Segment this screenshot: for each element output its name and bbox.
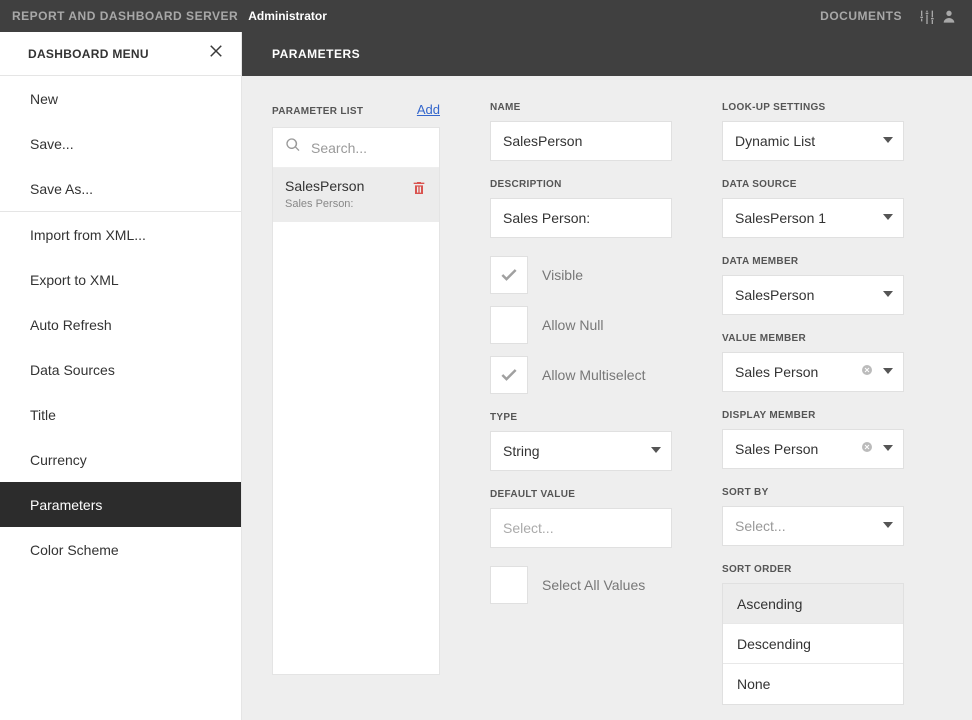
documents-link[interactable]: DOCUMENTS [820, 9, 902, 23]
type-label: TYPE [490, 412, 672, 423]
caret-down-icon [883, 517, 893, 535]
sidebar-item-exportxml[interactable]: Export to XML [0, 257, 241, 302]
name-field[interactable] [490, 121, 672, 161]
datamember-label: DATA MEMBER [722, 256, 904, 267]
sidebar-item-save[interactable]: Save... [0, 121, 241, 166]
caret-down-icon [883, 132, 893, 150]
datamember-select[interactable]: SalesPerson [722, 275, 904, 315]
parameter-item-name: SalesPerson [285, 178, 364, 194]
parameter-list-panel: SalesPerson Sales Person: [272, 127, 440, 675]
sortby-label: SORT BY [722, 487, 904, 498]
default-value-field[interactable] [490, 508, 672, 548]
select-all-checkbox[interactable] [490, 566, 528, 604]
datasource-label: DATA SOURCE [722, 179, 904, 190]
lookup-settings-label: LOOK-UP SETTINGS [722, 102, 904, 113]
close-icon[interactable] [207, 42, 225, 65]
user-icon[interactable] [938, 5, 960, 27]
allow-multiselect-label: Allow Multiselect [542, 367, 645, 383]
description-field[interactable] [490, 198, 672, 238]
parameter-list-empty [273, 222, 439, 674]
sortorder-ascending[interactable]: Ascending [723, 584, 903, 624]
default-value-label: DEFAULT VALUE [490, 489, 672, 500]
parameter-list-label: PARAMETER LIST [272, 106, 363, 117]
sidebar-item-datasources[interactable]: Data Sources [0, 347, 241, 392]
displaymember-select[interactable]: Sales Person [722, 429, 904, 469]
datamember-value: SalesPerson [735, 287, 814, 303]
sidebar: DASHBOARD MENU New Save... Save As... Im… [0, 32, 242, 720]
add-parameter-link[interactable]: Add [417, 102, 440, 117]
datasource-value: SalesPerson 1 [735, 210, 826, 226]
visible-checkbox[interactable] [490, 256, 528, 294]
allow-null-label: Allow Null [542, 317, 603, 333]
mixer-icon[interactable] [916, 5, 938, 27]
displaymember-label: DISPLAY MEMBER [722, 410, 904, 421]
sortorder-descending[interactable]: Descending [723, 624, 903, 664]
user-role: Administrator [248, 9, 327, 23]
sortorder-none[interactable]: None [723, 664, 903, 704]
sidebar-item-new[interactable]: New [0, 76, 241, 121]
caret-down-icon [883, 363, 893, 381]
caret-down-icon [883, 440, 893, 458]
sidebar-item-colorscheme[interactable]: Color Scheme [0, 527, 241, 572]
sortby-select[interactable]: Select... [722, 506, 904, 546]
valuemember-value: Sales Person [735, 364, 818, 380]
caret-down-icon [883, 286, 893, 304]
datasource-select[interactable]: SalesPerson 1 [722, 198, 904, 238]
parameter-search[interactable] [273, 128, 439, 168]
clear-icon[interactable] [861, 363, 873, 381]
description-label: DESCRIPTION [490, 179, 672, 190]
sidebar-item-autorefresh[interactable]: Auto Refresh [0, 302, 241, 347]
search-icon [285, 137, 301, 158]
sidebar-title: DASHBOARD MENU [28, 47, 149, 61]
sidebar-item-parameters[interactable]: Parameters [0, 482, 241, 527]
content-header: PARAMETERS [242, 32, 972, 76]
name-label: NAME [490, 102, 672, 113]
sidebar-item-title[interactable]: Title [0, 392, 241, 437]
lookup-column: LOOK-UP SETTINGS Dynamic List DATA SOURC… [722, 102, 904, 720]
lookup-settings-value: Dynamic List [735, 133, 815, 149]
visible-label: Visible [542, 267, 583, 283]
caret-down-icon [651, 442, 661, 460]
trash-icon[interactable] [411, 180, 427, 201]
parameter-form-column: NAME DESCRIPTION Visible Allow Null [490, 102, 672, 622]
clear-icon[interactable] [861, 440, 873, 458]
topbar: REPORT AND DASHBOARD SERVER Administrato… [0, 0, 972, 32]
parameter-list-column: PARAMETER LIST Add SalesPerson Sales Per… [272, 102, 440, 675]
displaymember-value: Sales Person [735, 441, 818, 457]
parameter-item[interactable]: SalesPerson Sales Person: [273, 168, 439, 222]
valuemember-select[interactable]: Sales Person [722, 352, 904, 392]
content-heading: PARAMETERS [272, 47, 360, 61]
app-title: REPORT AND DASHBOARD SERVER [12, 9, 238, 23]
allow-multiselect-checkbox[interactable] [490, 356, 528, 394]
sidebar-item-saveas[interactable]: Save As... [0, 166, 241, 211]
sortby-value: Select... [735, 518, 786, 534]
valuemember-label: VALUE MEMBER [722, 333, 904, 344]
sortorder-group: Ascending Descending None [722, 583, 904, 705]
sortorder-label: SORT ORDER [722, 564, 904, 575]
sidebar-header: DASHBOARD MENU [0, 32, 241, 76]
sidebar-item-importxml[interactable]: Import from XML... [0, 212, 241, 257]
allow-null-checkbox[interactable] [490, 306, 528, 344]
lookup-settings-select[interactable]: Dynamic List [722, 121, 904, 161]
type-value: String [503, 443, 540, 459]
search-input[interactable] [311, 140, 427, 156]
parameter-item-desc: Sales Person: [285, 198, 364, 210]
caret-down-icon [883, 209, 893, 227]
content: PARAMETERS PARAMETER LIST Add [242, 32, 972, 720]
select-all-label: Select All Values [542, 577, 645, 593]
type-select[interactable]: String [490, 431, 672, 471]
sidebar-item-currency[interactable]: Currency [0, 437, 241, 482]
